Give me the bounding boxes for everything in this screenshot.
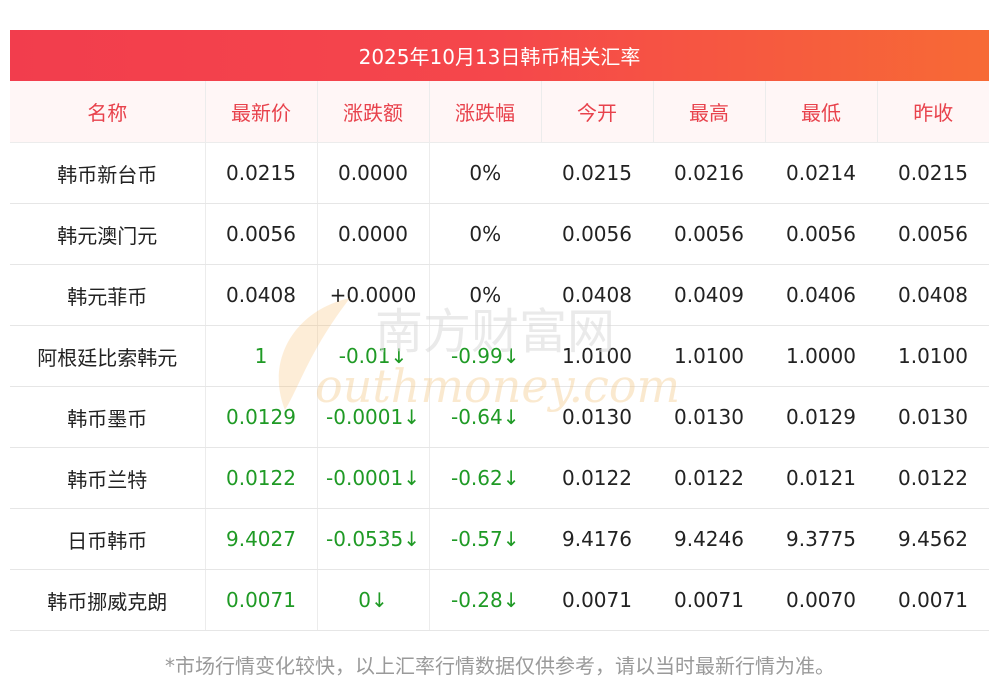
cell-change-pct: 0% (429, 142, 541, 204)
cell-open: 0.0071 (541, 569, 653, 631)
cell-low: 0.0406 (765, 264, 877, 326)
cell-open: 0.0408 (541, 264, 653, 326)
cell-open: 1.0100 (541, 325, 653, 387)
cell-latest: 1 (205, 325, 318, 387)
cell-low: 9.3775 (765, 508, 877, 570)
header-open: 今开 (541, 81, 654, 143)
cell-prev-close: 0.0071 (877, 569, 989, 631)
cell-prev-close: 0.0215 (877, 142, 989, 204)
cell-high: 0.0130 (653, 386, 765, 448)
cell-name: 韩元澳门元 (10, 203, 206, 265)
cell-prev-close: 0.0408 (877, 264, 989, 326)
cell-change-pct: -0.64↓ (429, 386, 541, 448)
cell-change: -0.01↓ (317, 325, 430, 387)
cell-name: 韩币墨币 (10, 386, 206, 448)
cell-change-pct: -0.57↓ (429, 508, 541, 570)
table-row: 韩元澳门元 0.0056 0.0000 0% 0.0056 0.0056 0.0056 0.0… (10, 203, 989, 265)
cell-low: 0.0214 (765, 142, 877, 204)
cell-open: 9.4176 (541, 508, 653, 570)
cell-latest: 0.0122 (205, 447, 318, 509)
cell-high: 0.0056 (653, 203, 765, 265)
cell-name: 阿根廷比索韩元 (10, 325, 206, 387)
cell-change: -0.0535↓ (317, 508, 430, 570)
cell-prev-close: 0.0056 (877, 203, 989, 265)
cell-open: 0.0130 (541, 386, 653, 448)
cell-high: 0.0071 (653, 569, 765, 631)
table-row: 韩币新台币 0.0215 0.0000 0% 0.0215 0.0216 0.0214 0.0… (10, 142, 989, 204)
cell-prev-close: 1.0100 (877, 325, 989, 387)
cell-name: 韩币兰特 (10, 447, 206, 509)
cell-low: 0.0056 (765, 203, 877, 265)
cell-name: 日币韩币 (10, 508, 206, 570)
header-prev-close: 昨收 (877, 81, 989, 143)
cell-change: 0.0000 (317, 142, 430, 204)
table-row: 日币韩币 9.4027 -0.0535↓ -0.57↓ 9.4176 9.4246 9.37… (10, 508, 989, 570)
rate-panel: 2025年10月13日韩币相关汇率 名称 最新价 涨跌额 涨跌幅 今开 最高 最… (10, 30, 989, 631)
table-row: 阿根廷比索韩元 1 -0.01↓ -0.99↓ 1.0100 1.0100 1.0000 1.… (10, 325, 989, 387)
header-change-pct: 涨跌幅 (429, 81, 542, 143)
cell-change-pct: 0% (429, 203, 541, 265)
rate-table: 名称 最新价 涨跌额 涨跌幅 今开 最高 最低 昨收 韩币新台币 0.0215 0.… (10, 81, 989, 631)
header-change: 涨跌额 (317, 81, 430, 143)
table-row: 韩币兰特 0.0122 -0.0001↓ -0.62↓ 0.0122 0.0122 0.01… (10, 447, 989, 509)
cell-change-pct: 0% (429, 264, 541, 326)
cell-latest: 0.0408 (205, 264, 318, 326)
cell-open: 0.0122 (541, 447, 653, 509)
table-row: 韩币挪威克朗 0.0071 0↓ -0.28↓ 0.0071 0.0071 0.0070 0.… (10, 569, 989, 631)
cell-latest: 9.4027 (205, 508, 318, 570)
cell-prev-close: 0.0130 (877, 386, 989, 448)
footnote: *市场行情变化较快，以上汇率行情数据仅供参考，请以当时最新行情为准。 (165, 654, 835, 678)
cell-change: 0.0000 (317, 203, 430, 265)
cell-open: 0.0056 (541, 203, 653, 265)
cell-high: 9.4246 (653, 508, 765, 570)
header-name: 名称 (10, 81, 206, 143)
header-low: 最低 (765, 81, 878, 143)
cell-latest: 0.0215 (205, 142, 318, 204)
cell-latest: 0.0129 (205, 386, 318, 448)
cell-low: 0.0070 (765, 569, 877, 631)
cell-name: 韩币新台币 (10, 142, 206, 204)
cell-change: +0.0000 (317, 264, 430, 326)
cell-latest: 0.0056 (205, 203, 318, 265)
cell-high: 0.0122 (653, 447, 765, 509)
cell-high: 0.0409 (653, 264, 765, 326)
cell-name: 韩元菲币 (10, 264, 206, 326)
table-row: 韩币墨币 0.0129 -0.0001↓ -0.64↓ 0.0130 0.0130 0.01… (10, 386, 989, 448)
header-high: 最高 (653, 81, 766, 143)
cell-low: 0.0129 (765, 386, 877, 448)
cell-low: 1.0000 (765, 325, 877, 387)
table-header-row: 名称 最新价 涨跌额 涨跌幅 今开 最高 最低 昨收 (10, 81, 989, 143)
table-row: 韩元菲币 0.0408 +0.0000 0% 0.0408 0.0409 0.0406 0.0… (10, 264, 989, 326)
cell-high: 1.0100 (653, 325, 765, 387)
cell-low: 0.0121 (765, 447, 877, 509)
cell-change-pct: -0.28↓ (429, 569, 541, 631)
header-latest: 最新价 (205, 81, 318, 143)
cell-name: 韩币挪威克朗 (10, 569, 206, 631)
cell-open: 0.0215 (541, 142, 653, 204)
cell-change: -0.0001↓ (317, 447, 430, 509)
panel-title: 2025年10月13日韩币相关汇率 (10, 30, 989, 81)
cell-change-pct: -0.62↓ (429, 447, 541, 509)
cell-high: 0.0216 (653, 142, 765, 204)
cell-prev-close: 0.0122 (877, 447, 989, 509)
cell-latest: 0.0071 (205, 569, 318, 631)
cell-prev-close: 9.4562 (877, 508, 989, 570)
cell-change-pct: -0.99↓ (429, 325, 541, 387)
cell-change: 0↓ (317, 569, 430, 631)
cell-change: -0.0001↓ (317, 386, 430, 448)
